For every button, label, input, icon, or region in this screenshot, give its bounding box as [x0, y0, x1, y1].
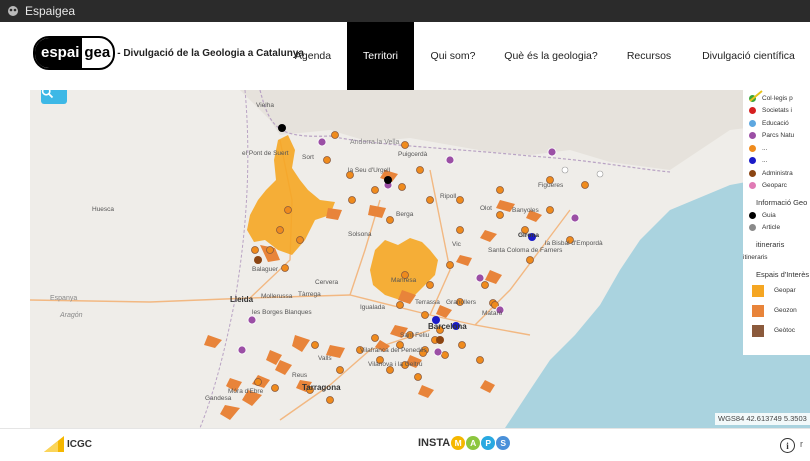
map-canvas[interactable]: Vielha el Pont de Suert Sort la Seu d'Ur…	[30, 90, 810, 428]
map-label-vic: Vic	[452, 241, 462, 248]
logo-text-espai: espai	[35, 38, 83, 68]
map-footer: ICGC INSTA M A P S i r	[0, 428, 810, 461]
map-label-figueres: Figueres	[538, 182, 564, 189]
map-label-mataro: Mataró	[482, 310, 503, 317]
map-label-mora-debre: Móra d'Ebre	[228, 388, 264, 395]
legend-row[interactable]: Educació	[743, 117, 810, 130]
map-label-vielha: Vielha	[256, 102, 274, 109]
map-label-banyoles: Banyoles	[512, 207, 539, 214]
legend-heading-info: Informació Geo	[756, 198, 808, 207]
info-icon[interactable]: i	[780, 438, 795, 453]
map-label-vilafranca: Vilafranca del Penedès	[360, 347, 427, 354]
map-label-barcelona: Barcelona	[428, 322, 467, 331]
map-label-vilanova: Vilanova i la Geltrú	[368, 361, 423, 368]
nav-territori[interactable]: Territori	[347, 22, 414, 90]
instamaps-letter-s: S	[496, 436, 511, 450]
legend-dot-icon	[749, 157, 756, 165]
map-label-mollerussa: Mollerussa	[261, 293, 293, 300]
legend-row[interactable]: Guia	[743, 209, 810, 222]
nav-divulgacio-cientifica[interactable]: Divulgació científica	[692, 22, 805, 90]
legend-row[interactable]: Article	[743, 222, 810, 235]
instamaps-letter-m: M	[451, 436, 466, 450]
legend-dot-icon	[749, 169, 756, 177]
coordinate-readout: WGS84 42.613749 5.3503	[715, 413, 810, 425]
map-label-olot: Olot	[480, 205, 492, 212]
map-viewport[interactable]: Vielha el Pont de Suert Sort la Seu d'Ur…	[30, 90, 810, 428]
window-title: Espaigea	[25, 4, 76, 18]
instamaps-letter-a: A	[466, 436, 481, 450]
legend-row[interactable]: Societats i	[743, 105, 810, 118]
legend-row[interactable]: ...	[743, 155, 810, 168]
legend-dot-icon	[749, 107, 756, 115]
map-label-el-pont-de-suert: el Pont de Suert	[242, 150, 289, 157]
legend-row[interactable]: Geoparc	[743, 180, 810, 193]
map-label-gandesa: Gandesa	[205, 395, 232, 402]
map-label-reus: Reus	[292, 372, 308, 379]
map-label-puigcerda: Puigcerdà	[398, 151, 428, 158]
legend-heading-itineraris: itineraris	[756, 240, 785, 249]
map-label-les-borges-blanques: les Borges Blanques	[252, 309, 312, 316]
map-label-aragon: Aragón	[59, 312, 83, 319]
nav-agenda[interactable]: Agenda	[282, 22, 344, 90]
logo-mark: espai gea	[33, 36, 116, 70]
legend-row[interactable]: itineraris	[743, 90, 810, 264]
map-label-la-seu-durgell: la Seu d'Urgell	[348, 167, 391, 174]
map-label-girona: Girona	[518, 232, 539, 239]
legend-row[interactable]: Geozon	[743, 301, 810, 321]
legend-square-icon	[752, 304, 764, 317]
window-titlebar: Espaigea	[0, 0, 810, 22]
map-label-la-bisbal: la Bisbal d'Empordà	[545, 240, 603, 247]
map-label-balaguer: Balaguer	[252, 266, 279, 273]
map-label-sort: Sort	[302, 154, 314, 161]
line-icon	[749, 90, 763, 102]
logo-text-gea: gea	[84, 44, 111, 61]
legend-dot-icon	[749, 144, 756, 152]
icgc-logo[interactable]: ICGC	[44, 436, 92, 452]
map-label-lleida: Lleida	[230, 295, 254, 304]
legend-dot-icon	[749, 224, 756, 232]
map-label-berga: Berga	[396, 211, 414, 218]
map-label-manresa: Manresa	[391, 277, 417, 284]
legend-dot-icon	[749, 182, 756, 190]
icgc-logo-icon	[44, 436, 64, 452]
map-label-granollers: Granollers	[446, 299, 477, 306]
map-search-button[interactable]	[41, 90, 67, 104]
map-label-tarragona: Tarragona	[302, 383, 341, 392]
map-legend: Col·legis p Societats i Educació Parcs N…	[743, 90, 810, 355]
instamaps-logo[interactable]: INSTA M A P S	[418, 436, 511, 450]
map-label-santa-coloma: Santa Coloma de Farners	[488, 247, 563, 254]
legend-row[interactable]: Geòtoc	[743, 321, 810, 341]
legend-dot-icon	[749, 119, 756, 127]
legend-row[interactable]: Administra	[743, 167, 810, 180]
legend-square-icon	[752, 324, 764, 337]
nav-recursos[interactable]: Recursos	[614, 22, 684, 90]
nav-qui-som[interactable]: Qui som?	[418, 22, 488, 90]
site-header: espai gea - Divulgació de la Geologia a C…	[0, 22, 810, 90]
map-label-espanya: Espanya	[50, 295, 77, 302]
legend-dot-icon	[749, 211, 756, 219]
legend-row[interactable]: ...	[743, 142, 810, 155]
site-tagline: - Divulgació de la Geologia a Catalunya	[117, 47, 304, 59]
legend-heading-espais: Espais d'Interès	[756, 269, 810, 279]
instamaps-letter-p: P	[481, 436, 496, 450]
legend-square-icon	[752, 284, 764, 297]
search-icon	[41, 90, 54, 99]
footer-more-icon[interactable]: r	[800, 439, 803, 449]
legend-row[interactable]: Geopar	[743, 281, 810, 301]
map-label-solsona: Solsona	[348, 231, 372, 238]
map-label-tarrega: Tàrrega	[298, 291, 321, 298]
nav-que-es-la-geologia[interactable]: Què és la geologia?	[496, 22, 606, 90]
map-label-valls: Valls	[318, 355, 332, 362]
map-label-terrassa: Terrassa	[415, 299, 440, 306]
legend-row[interactable]: Parcs Natu	[743, 130, 810, 143]
legend-dot-icon	[749, 132, 756, 140]
map-label-igualada: Igualada	[360, 304, 385, 311]
map-label-ripoll: Ripoll	[440, 193, 457, 200]
site-logo[interactable]: espai gea - Divulgació de la Geologia a C…	[33, 36, 304, 70]
map-label-huesca: Huesca	[92, 206, 114, 213]
map-label-cervera: Cervera	[315, 279, 339, 286]
map-label-sant-feliu: Sant Feliu	[400, 332, 430, 339]
app-icon	[8, 6, 18, 16]
map-label-andorra: Andorra la Vella	[350, 139, 400, 146]
